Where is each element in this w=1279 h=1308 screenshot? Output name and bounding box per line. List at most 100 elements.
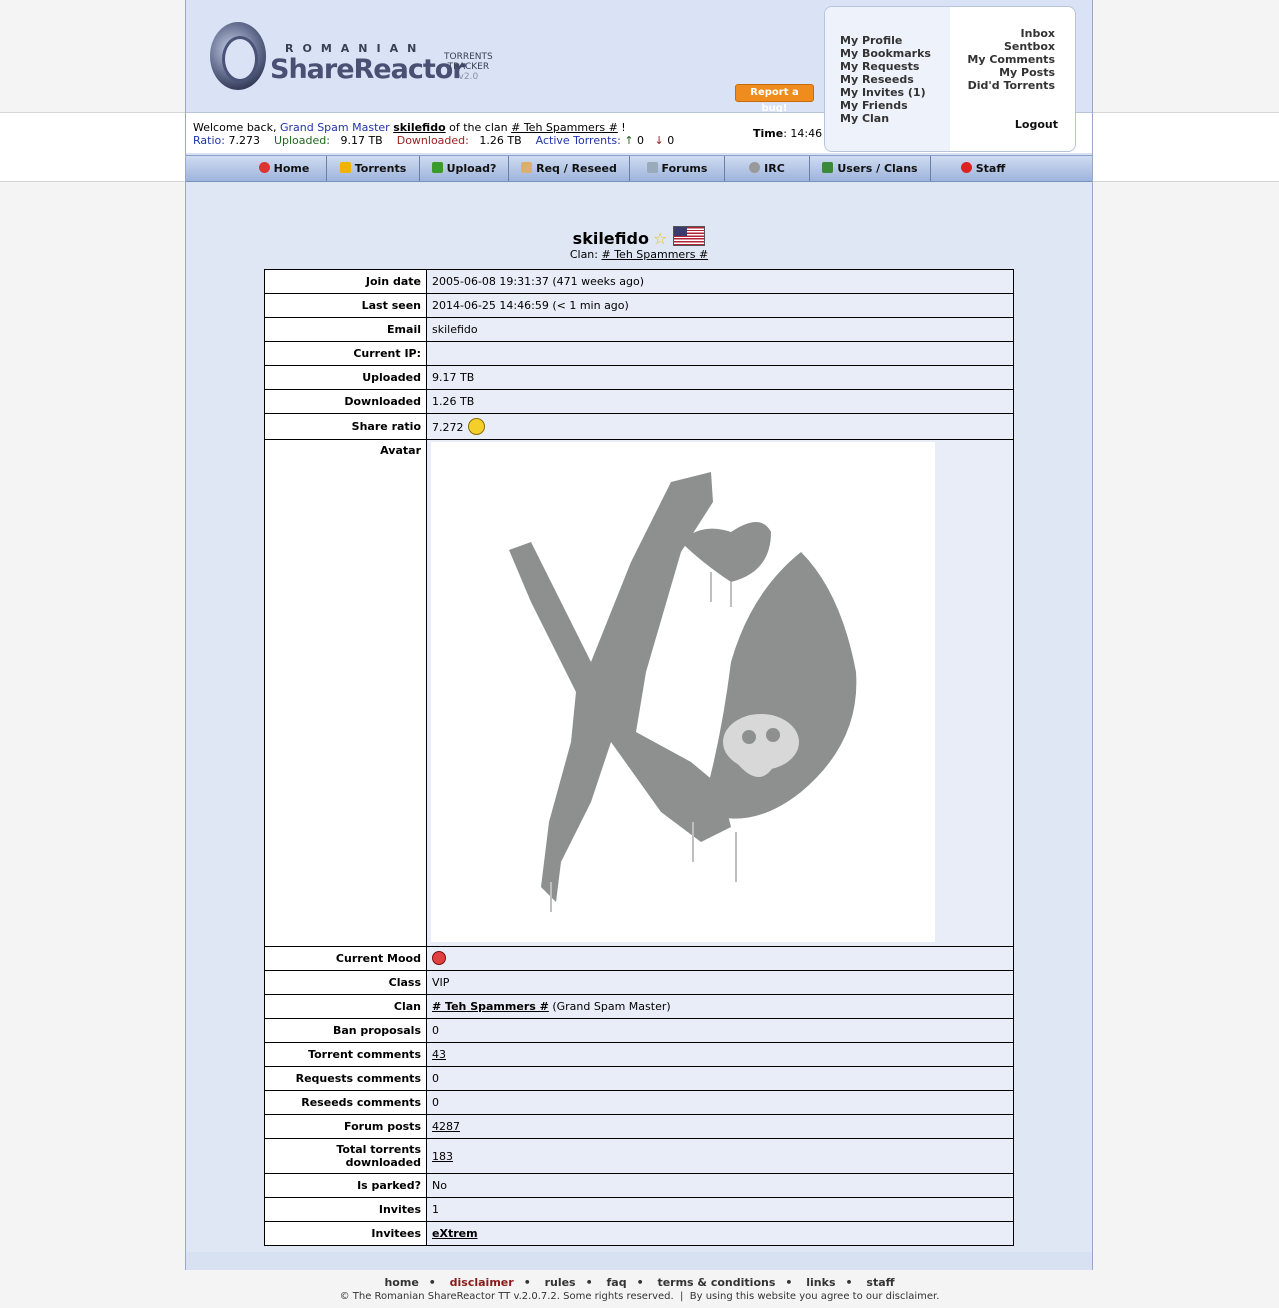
- footer-disclaimer-link[interactable]: disclaimer: [450, 1276, 514, 1289]
- book-icon: [646, 162, 658, 173]
- table-row: Clan # Teh Spammers # (Grand Spam Master): [264, 994, 1014, 1019]
- footer-faq-link[interactable]: faq: [606, 1276, 626, 1289]
- menu-my-comments[interactable]: My Comments: [967, 53, 1055, 66]
- nav-staff-label: Staff: [975, 162, 1006, 175]
- welcome-prefix: Welcome back,: [193, 121, 277, 134]
- avatar-skull-graphic: [509, 472, 857, 912]
- torrent-comments-label: Torrent comments: [264, 1042, 427, 1067]
- ban-proposals-label: Ban proposals: [264, 1018, 427, 1043]
- footer-terms-link[interactable]: terms & conditions: [657, 1276, 775, 1289]
- logout-link[interactable]: Logout: [1015, 118, 1058, 131]
- downloaded-row-label: Downloaded: [264, 389, 427, 414]
- is-parked-label: Is parked?: [264, 1173, 427, 1198]
- total-downloaded-link[interactable]: 183: [432, 1150, 453, 1163]
- ratio-value: 7.273: [228, 134, 260, 147]
- footer-links: home • disclaimer • rules • faq • terms & co…: [384, 1276, 895, 1289]
- share-ratio-value: 7.272: [432, 421, 464, 434]
- welcome-suffix: !: [621, 121, 626, 134]
- is-parked-value: No: [426, 1173, 1014, 1198]
- torrents-arrow-icon: [339, 162, 351, 173]
- menu-my-posts[interactable]: My Posts: [967, 66, 1055, 79]
- table-row: Reseeds comments 0: [264, 1090, 1014, 1115]
- table-row: Current IP:: [264, 341, 1014, 366]
- footer-staff-link[interactable]: staff: [866, 1276, 894, 1289]
- forum-posts-link[interactable]: 4287: [432, 1120, 460, 1133]
- table-row: Uploaded 9.17 TB: [264, 365, 1014, 390]
- table-row: Torrent comments 43: [264, 1042, 1014, 1067]
- profile-clan-line: Clan: # Teh Spammers #: [186, 248, 1092, 261]
- table-row: Forum posts 4287: [264, 1114, 1014, 1139]
- invitee-link[interactable]: eXtrem: [432, 1227, 478, 1240]
- table-row: Current Mood: [264, 946, 1014, 971]
- nav-req-reseed[interactable]: Req / Reseed: [509, 156, 630, 181]
- requests-comments-label: Requests comments: [264, 1066, 427, 1091]
- menu-my-friends[interactable]: My Friends: [840, 99, 931, 112]
- class-value: VIP: [426, 970, 1014, 995]
- menu-my-profile[interactable]: My Profile: [840, 34, 931, 47]
- table-row: Is parked? No: [264, 1173, 1014, 1198]
- torrent-comments-link[interactable]: 43: [432, 1048, 446, 1061]
- time-label: Time: [753, 127, 784, 140]
- logo-tracker-2: TRACKER: [447, 62, 490, 72]
- table-row: Requests comments 0: [264, 1066, 1014, 1091]
- report-bug-button[interactable]: Report a bug!: [735, 84, 814, 114]
- logo-tracker: TORRENTS TRACKER v2.0: [444, 52, 493, 82]
- uploaded-row-label: Uploaded: [264, 365, 427, 390]
- clan-link[interactable]: # Teh Spammers #: [511, 121, 618, 134]
- nav-req-reseed-label: Req / Reseed: [536, 162, 617, 175]
- share-ratio-label: Share ratio: [264, 413, 427, 440]
- forum-posts-label: Forum posts: [264, 1114, 427, 1139]
- nav-home[interactable]: Home: [242, 156, 327, 181]
- menu-my-bookmarks[interactable]: My Bookmarks: [840, 47, 931, 60]
- site-logo[interactable]: ROMANIAN ShareReactor TORRENTS TRACKER v…: [210, 22, 500, 94]
- downloaded-row-value: 1.26 TB: [426, 389, 1014, 414]
- nav-upload[interactable]: Upload?: [420, 156, 509, 181]
- table-row: Share ratio 7.272: [264, 413, 1014, 440]
- active-down-value: 0: [667, 134, 675, 147]
- footer-rules-link[interactable]: rules: [545, 1276, 576, 1289]
- clan-row-link[interactable]: # Teh Spammers #: [432, 1000, 549, 1013]
- menu-my-invites[interactable]: My Invites (1): [840, 86, 931, 99]
- menu-didd-torrents[interactable]: Did'd Torrents: [967, 79, 1055, 92]
- footer-links-link[interactable]: links: [806, 1276, 835, 1289]
- star-icon: ☆: [652, 229, 668, 248]
- home-icon: [258, 162, 270, 173]
- profile-username: skilefido: [572, 229, 649, 248]
- current-ip-label: Current IP:: [264, 341, 427, 366]
- nav-irc[interactable]: IRC: [725, 156, 810, 181]
- uploaded-row-value: 9.17 TB: [426, 365, 1014, 390]
- username-link[interactable]: skilefido: [393, 121, 445, 134]
- angry-mood-icon: [432, 951, 446, 965]
- clipboard-icon: [521, 162, 533, 173]
- nav-home-label: Home: [273, 162, 310, 175]
- table-row: Ban proposals 0: [264, 1018, 1014, 1043]
- last-seen-label: Last seen: [264, 293, 427, 318]
- copyright-text: © The Romanian ShareReactor TT v.2.0.7.2…: [339, 1291, 674, 1302]
- share-ratio-cell: 7.272: [426, 413, 1014, 440]
- table-row: Downloaded 1.26 TB: [264, 389, 1014, 414]
- footer-home-link[interactable]: home: [384, 1276, 418, 1289]
- nav-torrents[interactable]: Torrents: [327, 156, 420, 181]
- profile-clan-link[interactable]: # Teh Spammers #: [601, 248, 708, 261]
- nav-forums[interactable]: Forums: [630, 156, 725, 181]
- menu-my-clan[interactable]: My Clan: [840, 112, 931, 125]
- nav-staff[interactable]: Staff: [931, 156, 1035, 181]
- forum-posts-cell: 4287: [426, 1114, 1014, 1139]
- us-flag-icon: [673, 226, 706, 246]
- menu-sentbox[interactable]: Sentbox: [967, 40, 1055, 53]
- profile-table: Join date 2005-06-08 19:31:37 (471 weeks …: [264, 269, 1014, 1246]
- table-row: Total torrents downloaded 183: [264, 1138, 1014, 1174]
- clan-row-cell: # Teh Spammers # (Grand Spam Master): [426, 994, 1014, 1019]
- menu-my-requests[interactable]: My Requests: [840, 60, 931, 73]
- invitees-label: Invitees: [264, 1221, 427, 1246]
- uploaded-label: Uploaded:: [273, 134, 330, 147]
- table-row: Invites 1: [264, 1197, 1014, 1222]
- profile-clan-label: Clan:: [569, 248, 598, 261]
- menu-my-reseeds[interactable]: My Reseeds: [840, 73, 931, 86]
- menu-inbox[interactable]: Inbox: [967, 27, 1055, 40]
- avatar: [431, 442, 935, 942]
- join-date-label: Join date: [264, 269, 427, 294]
- content: skilefido ☆ Clan: # Teh Spammers # Join d…: [186, 182, 1092, 1252]
- nav-users-clans[interactable]: Users / Clans: [810, 156, 931, 181]
- downloaded-label: Downloaded:: [396, 134, 469, 147]
